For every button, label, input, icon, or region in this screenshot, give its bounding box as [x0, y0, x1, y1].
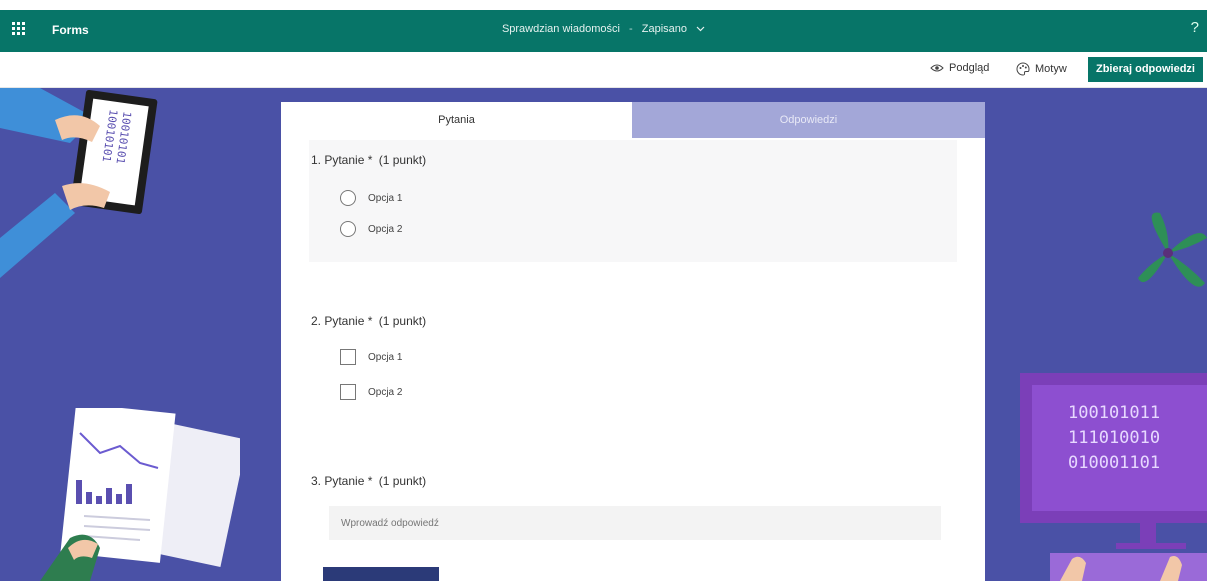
eye-icon [930, 63, 944, 73]
monitor-digits-line-1: 100101011 [1068, 403, 1160, 423]
preview-button[interactable]: Podgląd [930, 62, 989, 74]
help-icon[interactable]: ? [1191, 19, 1199, 36]
chevron-down-icon[interactable] [696, 23, 705, 35]
question-1-option-2[interactable]: Opcja 2 [340, 221, 402, 237]
required-marker: * [367, 474, 373, 488]
required-marker: * [367, 153, 373, 167]
question-1-text: 1. Pytanie [311, 153, 365, 167]
question-2-option-1[interactable]: Opcja 1 [340, 349, 402, 365]
checkbox[interactable] [340, 349, 356, 365]
question-3-answer-input[interactable] [329, 506, 941, 540]
document-title[interactable]: Sprawdzian wiadomości [502, 23, 620, 35]
theme-label: Motyw [1035, 63, 1067, 75]
tablet-illustration: 10010101 10010101 [0, 88, 158, 278]
theme-button[interactable]: Motyw [1016, 62, 1067, 76]
question-3-text: 3. Pytanie [311, 474, 365, 488]
radio-button[interactable] [340, 221, 356, 237]
question-3-title: 3. Pytanie * (1 punkt) [311, 474, 426, 488]
plant-illustration [1138, 212, 1207, 287]
submit-button[interactable] [323, 567, 439, 581]
question-2-text: 2. Pytanie [311, 314, 365, 328]
collect-responses-button[interactable]: Zbieraj odpowiedzi [1087, 57, 1203, 82]
question-3-points: (1 punkt) [378, 474, 427, 488]
question-1-option-1[interactable]: Opcja 1 [340, 190, 402, 206]
palette-icon [1016, 62, 1030, 76]
save-status: Zapisano [641, 23, 687, 35]
command-bar: Podgląd Motyw Zbieraj odpowiedzi [0, 52, 1207, 88]
form-card: Pytania Odpowiedzi 1. Pytanie * (1 punkt… [281, 102, 985, 581]
option-label: Opcja 1 [368, 192, 403, 204]
option-label: Opcja 2 [368, 223, 403, 235]
question-2-title: 2. Pytanie * (1 punkt) [311, 314, 426, 328]
preview-label: Podgląd [949, 62, 990, 74]
title-separator: - [629, 23, 633, 35]
form-tabs: Pytania Odpowiedzi [281, 102, 985, 138]
option-label: Opcja 2 [368, 386, 403, 398]
computer-illustration: 100101011 111010010 010001101 [1020, 373, 1207, 581]
tab-responses[interactable]: Odpowiedzi [632, 102, 985, 138]
question-2-points: (1 punkt) [378, 314, 427, 328]
document-title-bar: Sprawdzian wiadomości - Zapisano [0, 23, 1207, 35]
option-label: Opcja 1 [368, 351, 403, 363]
radio-button[interactable] [340, 190, 356, 206]
report-papers-illustration [40, 408, 240, 581]
monitor-digits-line-3: 010001101 [1068, 453, 1160, 473]
question-1-title: 1. Pytanie * (1 punkt) [311, 153, 426, 167]
monitor-digits-line-2: 111010010 [1068, 428, 1160, 448]
question-1-points: (1 punkt) [378, 153, 427, 167]
question-2-option-2[interactable]: Opcja 2 [340, 384, 402, 400]
app-bar: Forms Sprawdzian wiadomości - Zapisano ? [0, 10, 1207, 52]
required-marker: * [367, 314, 373, 328]
tab-questions[interactable]: Pytania [281, 102, 632, 138]
checkbox[interactable] [340, 384, 356, 400]
